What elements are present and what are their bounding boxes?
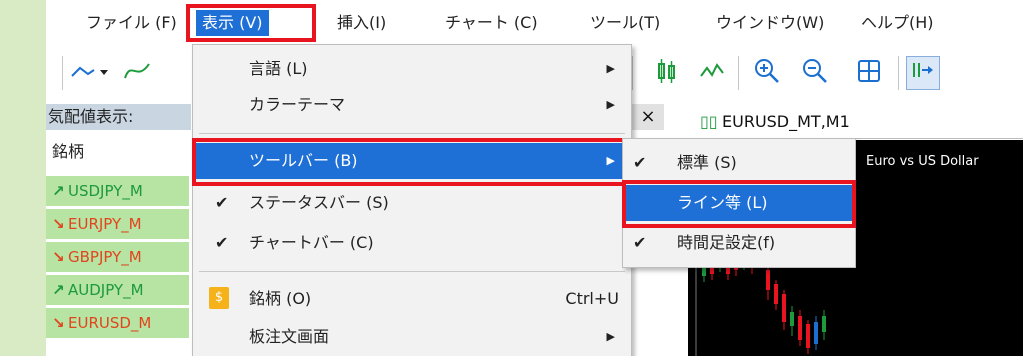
list-item[interactable]: ↘ GBPJPY_M — [46, 242, 189, 272]
indicator-icon[interactable] — [120, 56, 154, 90]
menu-item-label: 板注文画面 — [249, 327, 330, 346]
menu-item-color-theme[interactable]: カラーテーマ ▶ — [193, 87, 631, 123]
arrow-down-icon: ↘ — [52, 248, 65, 266]
menu-item-label: チャートバー (C) — [249, 233, 374, 252]
symbol-column-header[interactable]: 銘柄 — [46, 134, 195, 170]
menu-separator — [199, 271, 625, 272]
menu-help[interactable]: ヘルプ(H) — [855, 10, 940, 36]
menu-item-label: カラーテーマ — [249, 95, 346, 114]
menu-item-status-bar[interactable]: ✔ ステータスバー (S) — [193, 185, 631, 221]
auto-scroll-icon[interactable] — [906, 56, 940, 90]
menu-item-label: 銘柄 (O) — [249, 289, 312, 308]
checkmark-icon: ✔ — [215, 233, 229, 252]
symbol-name: EURUSD_M — [68, 314, 152, 332]
market-watch-title: 気配値表示: — [46, 104, 191, 130]
candlestick-icon: ▯▯ — [700, 112, 718, 131]
view-menu-dropdown: 言語 (L) ▶ カラーテーマ ▶ ツールバー (B) ▶ ✔ ステータスバー … — [192, 44, 632, 356]
menu-item-order-board[interactable]: 板注文画面 ▶ — [193, 319, 631, 355]
toolbar-separator — [738, 56, 739, 90]
symbol-name: GBPJPY_M — [68, 248, 142, 266]
toolbar-separator — [632, 56, 633, 90]
list-item[interactable]: ↗ AUDJPY_M — [46, 275, 189, 305]
menu-item-label: 言語 (L) — [249, 59, 308, 78]
menu-item-label: 時間足設定(f) — [677, 233, 776, 252]
arrow-up-icon: ↗ — [52, 281, 65, 299]
candlestick-icon[interactable] — [650, 56, 684, 90]
market-watch-panel: 気配値表示: 銘柄 ↗ USDJPY_M ↘ EURJPY_M ↘ GBPJPY_M … — [46, 104, 191, 356]
toolbar-separator — [62, 56, 63, 90]
menu-item-toolbar[interactable]: ツールバー (B) ▶ — [193, 143, 631, 179]
toolbar-submenu: ✔ 標準 (S) ライン等 (L) ✔ 時間足設定(f) — [622, 138, 856, 268]
submenu-arrow-icon: ▶ — [606, 154, 615, 167]
arrow-down-icon: ↘ — [52, 215, 65, 233]
menu-view[interactable]: 表示 (V) — [196, 10, 269, 36]
submenu-item-timeframes[interactable]: ✔ 時間足設定(f) — [623, 225, 855, 261]
submenu-arrow-icon: ▶ — [606, 98, 615, 111]
line-study-icon[interactable] — [68, 56, 116, 90]
dollar-icon: $ — [209, 287, 229, 309]
submenu-item-standard[interactable]: ✔ 標準 (S) — [623, 145, 855, 181]
menu-separator — [199, 133, 625, 134]
submenu-arrow-icon: ▶ — [606, 62, 615, 75]
symbol-name: AUDJPY_M — [68, 281, 144, 299]
menu-item-language[interactable]: 言語 (L) ▶ — [193, 51, 631, 87]
grid-icon[interactable] — [852, 56, 886, 90]
symbol-name: EURJPY_M — [68, 215, 142, 233]
chart-tab[interactable]: ▯▯ EURUSD_MT,M1 — [678, 104, 1023, 139]
menu-insert[interactable]: 挿入(I) — [331, 10, 392, 36]
menu-bar: ファイル (F) 表示 (V) 挿入(I) チャート (C) ツール(T) ウイ… — [46, 0, 1023, 44]
line-chart-icon[interactable] — [696, 56, 730, 90]
menu-item-chart-bar[interactable]: ✔ チャートバー (C) — [193, 225, 631, 261]
menu-item-symbols[interactable]: $ 銘柄 (O) Ctrl+U — [193, 281, 631, 317]
menu-item-label: ツールバー (B) — [249, 151, 358, 170]
chart-tab-label: EURUSD_MT,M1 — [722, 112, 850, 131]
submenu-arrow-icon: ▶ — [606, 330, 615, 343]
menu-item-label: 標準 (S) — [677, 153, 737, 172]
zoom-out-icon[interactable] — [798, 56, 832, 90]
symbol-name: USDJPY_M — [68, 182, 143, 200]
list-item[interactable]: ↘ EURUSD_M — [46, 308, 189, 338]
app-window: ファイル (F) 表示 (V) 挿入(I) チャート (C) ツール(T) ウイ… — [46, 0, 1023, 356]
list-item[interactable]: ↗ USDJPY_M — [46, 176, 189, 206]
menu-window[interactable]: ウインドウ(W) — [710, 10, 830, 36]
checkmark-icon: ✔ — [633, 233, 647, 252]
arrow-down-icon: ↘ — [52, 314, 65, 332]
checkmark-icon: ✔ — [633, 153, 647, 172]
list-item[interactable]: ↘ EURJPY_M — [46, 209, 189, 239]
checkmark-icon: ✔ — [215, 193, 229, 212]
arrow-up-icon: ↗ — [52, 182, 65, 200]
chart-symbol-description: Euro vs US Dollar — [866, 154, 979, 169]
menu-file[interactable]: ファイル (F) — [80, 10, 183, 36]
submenu-item-line-studies[interactable]: ライン等 (L) — [623, 185, 855, 221]
zoom-in-icon[interactable] — [750, 56, 784, 90]
menu-item-label: ライン等 (L) — [677, 193, 768, 212]
close-panel-button[interactable]: × — [632, 104, 664, 130]
toolbar-separator — [898, 56, 899, 90]
shortcut-label: Ctrl+U — [565, 289, 619, 308]
menu-chart[interactable]: チャート (C) — [439, 10, 544, 36]
menu-item-label: ステータスバー (S) — [249, 193, 389, 212]
menu-tools[interactable]: ツール(T) — [584, 10, 666, 36]
